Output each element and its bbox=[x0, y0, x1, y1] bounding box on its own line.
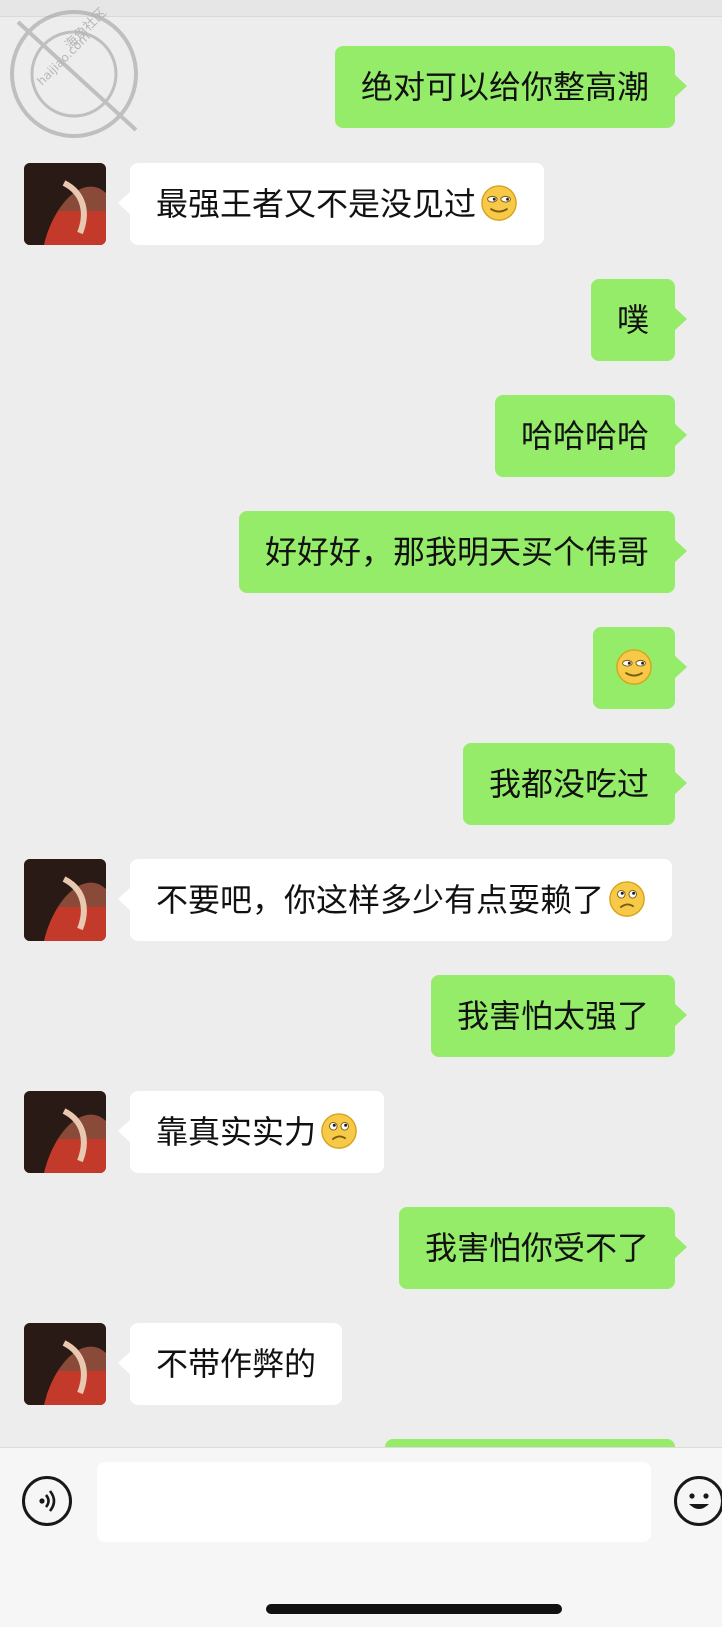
input-bar bbox=[0, 1447, 722, 1627]
confused-emoji-icon bbox=[321, 1113, 357, 1149]
grimace-smile-emoji-icon bbox=[616, 649, 652, 685]
chat-bubble-received[interactable]: 最强王者又不是没见过 bbox=[117, 163, 545, 245]
svg-text:haijiao.com: haijiao.com bbox=[34, 30, 93, 89]
message-input[interactable] bbox=[97, 1462, 651, 1542]
message-text: 我害怕你受不了 bbox=[424, 1229, 649, 1267]
watermark-logo: 海角社区 haijiao.com bbox=[10, 5, 138, 138]
message-text: 不要吧，你这样多少有点耍赖了 bbox=[156, 881, 605, 919]
message-text: 好好好，那我明天买个伟哥 bbox=[264, 533, 649, 571]
chat-bubble-sent[interactable]: 哈哈哈哈 bbox=[494, 395, 688, 477]
message-text: 不带作弊的 bbox=[156, 1345, 317, 1383]
voice-icon[interactable] bbox=[22, 1476, 72, 1526]
message-text: 哈哈哈哈 bbox=[520, 417, 649, 455]
chat-bubble-received[interactable]: 不要吧，你这样多少有点耍赖了 bbox=[117, 859, 673, 941]
avatar[interactable] bbox=[24, 163, 106, 245]
avatar[interactable] bbox=[24, 1091, 106, 1173]
chat-bubble-received[interactable]: 靠真实实力 bbox=[117, 1091, 385, 1173]
avatar[interactable] bbox=[24, 1323, 106, 1405]
message-text: 最强王者又不是没见过 bbox=[156, 185, 477, 223]
smile-icon[interactable] bbox=[674, 1476, 722, 1526]
chat-bubble-sent[interactable]: 我害怕你受不了 bbox=[398, 1207, 688, 1289]
message-text: 靠真实实力 bbox=[156, 1113, 317, 1151]
chat-bubble-sent[interactable] bbox=[593, 627, 687, 709]
chat-bubble-sent[interactable]: 绝对可以给你整高潮 bbox=[334, 46, 688, 128]
grimace-smile-emoji-icon bbox=[481, 185, 517, 221]
chat-bubble-sent[interactable]: 噗 bbox=[590, 279, 688, 361]
message-text: 我都没吃过 bbox=[488, 765, 649, 803]
message-text: 我害怕太强了 bbox=[456, 997, 649, 1035]
chat-bubble-sent[interactable]: 我害怕太强了 bbox=[430, 975, 688, 1057]
message-text: 绝对可以给你整高潮 bbox=[360, 68, 649, 106]
avatar[interactable] bbox=[24, 859, 106, 941]
home-indicator[interactable] bbox=[266, 1604, 562, 1614]
chat-bubble-sent[interactable]: 好好好，那我明天买个伟哥 bbox=[238, 511, 688, 593]
chat-bubble-sent[interactable]: 我都没吃过 bbox=[462, 743, 688, 825]
message-text: 噗 bbox=[616, 301, 649, 339]
confused-emoji-icon bbox=[609, 881, 645, 917]
chat-bubble-received[interactable]: 不带作弊的 bbox=[117, 1323, 343, 1405]
